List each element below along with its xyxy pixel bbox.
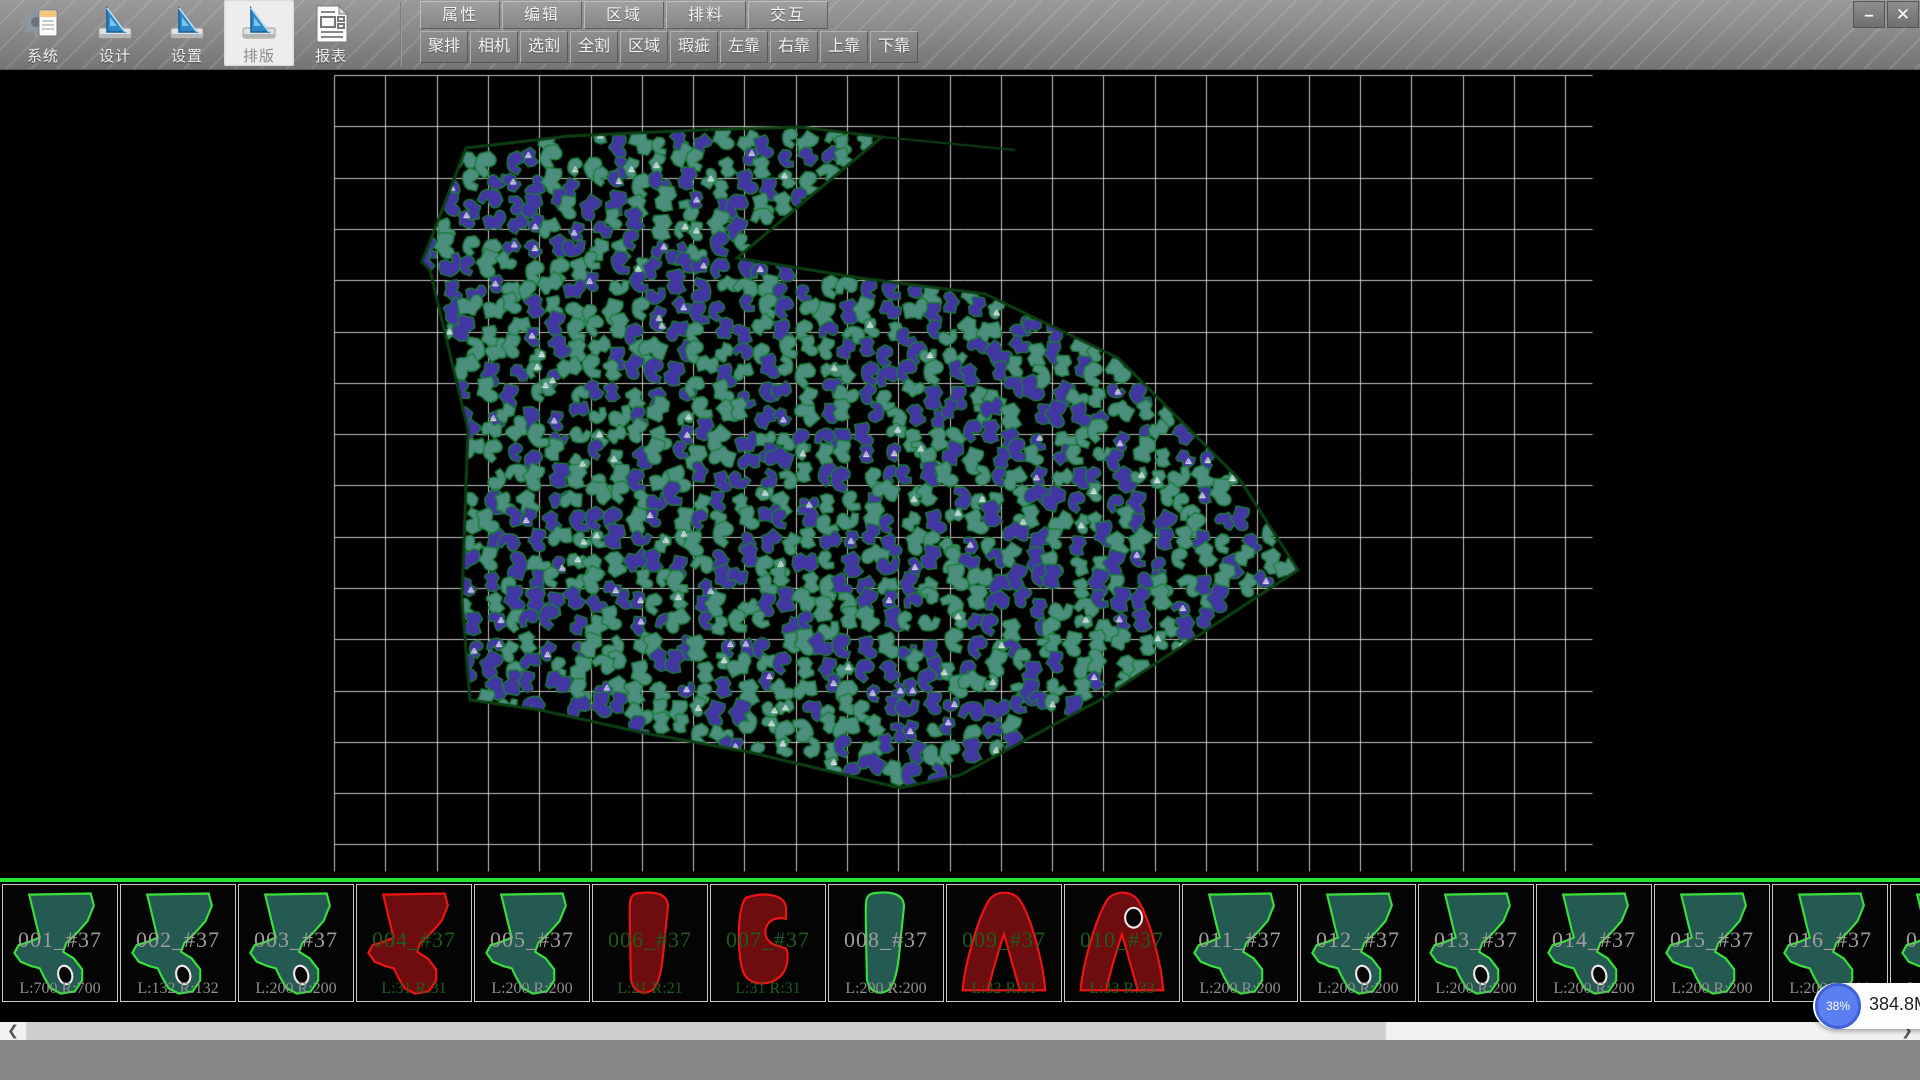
close-button[interactable]: ✕: [1887, 1, 1919, 28]
piece-thumbnail[interactable]: 006_#37 L:21 R:21: [592, 884, 708, 1002]
piece-id-label: 013_#37: [1419, 927, 1533, 953]
memory-amount-label: 384.8M: [1869, 994, 1920, 1015]
piece-thumbnail[interactable]: 015_#37 L:200 R:200: [1654, 884, 1770, 1002]
tool-button-align-left[interactable]: 左靠: [720, 31, 768, 63]
piece-id-label: 011_#37: [1183, 927, 1297, 953]
tool-button-select-cut[interactable]: 选割: [520, 31, 568, 63]
app-button-layout[interactable]: 排版: [224, 0, 294, 66]
app-button-label: 报表: [296, 45, 366, 66]
piece-thumbnail[interactable]: 003_#37 L:200 R:200: [238, 884, 354, 1002]
tool-button-defect[interactable]: 瑕疵: [670, 31, 718, 63]
scroll-left-icon[interactable]: ❮: [2, 1022, 24, 1040]
scrollbar-thumb[interactable]: [26, 1022, 1386, 1040]
memory-usage-badge: 38% 384.8M: [1813, 983, 1920, 1029]
menu-tab-edit[interactable]: 编辑: [502, 1, 582, 29]
piece-count-label: L:21 R:21: [593, 980, 707, 998]
tool-button-align-top[interactable]: 上靠: [820, 31, 868, 63]
toolbar-divider: [400, 2, 402, 66]
piece-count-label: L:32 R:31: [947, 980, 1061, 998]
piece-thumbnail[interactable]: 004_#37 L:31 R:31: [356, 884, 472, 1002]
piece-thumbnail[interactable]: 001_#37 L:700 R:700: [2, 884, 118, 1002]
piece-id-label: 017_#37: [1891, 927, 1920, 953]
piece-thumbnail[interactable]: 014_#37 L:200 R:200: [1536, 884, 1652, 1002]
piece-thumbnail[interactable]: 010_#37 L:33 R:33: [1064, 884, 1180, 1002]
memory-percent-circle: 38%: [1815, 983, 1861, 1029]
menu-tab-nesting[interactable]: 排料: [666, 1, 746, 29]
piece-id-label: 016_#37: [1773, 927, 1887, 953]
piece-id-label: 015_#37: [1655, 927, 1769, 953]
tool-button-camera[interactable]: 相机: [470, 31, 518, 63]
piece-count-label: L:200 R:200: [1655, 980, 1769, 998]
piece-count-label: L:31 R:31: [357, 980, 471, 998]
piece-id-label: 009_#37: [947, 927, 1061, 953]
piece-thumbnail[interactable]: 005_#37 L:200 R:200: [474, 884, 590, 1002]
piece-id-label: 007_#37: [711, 927, 825, 953]
piece-id-label: 002_#37: [121, 927, 235, 953]
piece-count-label: L:200 R:200: [239, 980, 353, 998]
piece-count-label: L:700 R:700: [3, 980, 117, 998]
piece-thumbnail[interactable]: 002_#37 L:132 R:132: [120, 884, 236, 1002]
minimize-button[interactable]: –: [1853, 1, 1885, 28]
piece-id-label: 005_#37: [475, 927, 589, 953]
toolbar: 系统 设计 设置 排版 报表 属性编辑区域排料交互 聚排相机选割全割区域瑕疵左靠…: [0, 0, 1920, 70]
piece-count-label: L:31 R:31: [711, 980, 825, 998]
nesting-canvas[interactable]: [0, 70, 1920, 878]
design-ruler-icon: [93, 4, 137, 44]
menu-tab-interact[interactable]: 交互: [748, 1, 828, 29]
tool-button-cut-all[interactable]: 全割: [570, 31, 618, 63]
piece-id-label: 012_#37: [1301, 927, 1415, 953]
piece-id-label: 010_#37: [1065, 927, 1179, 953]
tool-button-align-bottom[interactable]: 下靠: [870, 31, 918, 63]
piece-count-label: L:200 R:200: [829, 980, 943, 998]
piece-count-label: L:132 R:132: [121, 980, 235, 998]
strip-top-line: [0, 878, 1920, 882]
report-doc-icon: [309, 4, 353, 44]
layout-ruler-icon: [237, 4, 281, 44]
piece-id-label: 003_#37: [239, 927, 353, 953]
piece-count-label: L:200 R:200: [1537, 980, 1651, 998]
piece-count-label: L:200 R:200: [1419, 980, 1533, 998]
settings-ruler-icon: [165, 4, 209, 44]
app-button-label: 系统: [8, 45, 78, 66]
piece-count-label: L:200 R:200: [475, 980, 589, 998]
horizontal-scrollbar[interactable]: ❮ ❯: [0, 1022, 1920, 1040]
menu-tab-properties[interactable]: 属性: [420, 1, 500, 29]
piece-count-label: L:200 R:200: [1183, 980, 1297, 998]
canvas-area: [0, 70, 1920, 878]
system-gear-icon: [21, 4, 65, 44]
menu-tab-region[interactable]: 区域: [584, 1, 664, 29]
piece-id-label: 001_#37: [3, 927, 117, 953]
app-button-label: 设计: [80, 45, 150, 66]
status-bar: [0, 1040, 1920, 1080]
piece-id-label: 004_#37: [357, 927, 471, 953]
piece-thumbnail[interactable]: 011_#37 L:200 R:200: [1182, 884, 1298, 1002]
piece-thumbnail[interactable]: 012_#37 L:200 R:200: [1300, 884, 1416, 1002]
app-button-design[interactable]: 设计: [80, 0, 150, 66]
tool-button-cluster-nest[interactable]: 聚排: [420, 31, 468, 63]
piece-id-label: 006_#37: [593, 927, 707, 953]
app-button-settings[interactable]: 设置: [152, 0, 222, 66]
piece-id-label: 008_#37: [829, 927, 943, 953]
piece-thumbnail-strip: 001_#37L:700 R:700002_#37L:132 R:132003_…: [0, 884, 1920, 1002]
piece-count-label: L:200 R:200: [1301, 980, 1415, 998]
piece-thumbnail[interactable]: 008_#37 L:200 R:200: [828, 884, 944, 1002]
piece-thumbnail[interactable]: 013_#37 L:200 R:200: [1418, 884, 1534, 1002]
piece-count-label: L:33 R:33: [1065, 980, 1179, 998]
tool-button-align-right[interactable]: 右靠: [770, 31, 818, 63]
app-button-label: 排版: [224, 45, 294, 66]
tool-button-region[interactable]: 区域: [620, 31, 668, 63]
piece-id-label: 014_#37: [1537, 927, 1651, 953]
app-button-report[interactable]: 报表: [296, 0, 366, 66]
piece-thumbnail[interactable]: 009_#37 L:32 R:31: [946, 884, 1062, 1002]
app-button-label: 设置: [152, 45, 222, 66]
piece-thumbnail[interactable]: 007_#37 L:31 R:31: [710, 884, 826, 1002]
app-button-system[interactable]: 系统: [8, 0, 78, 66]
